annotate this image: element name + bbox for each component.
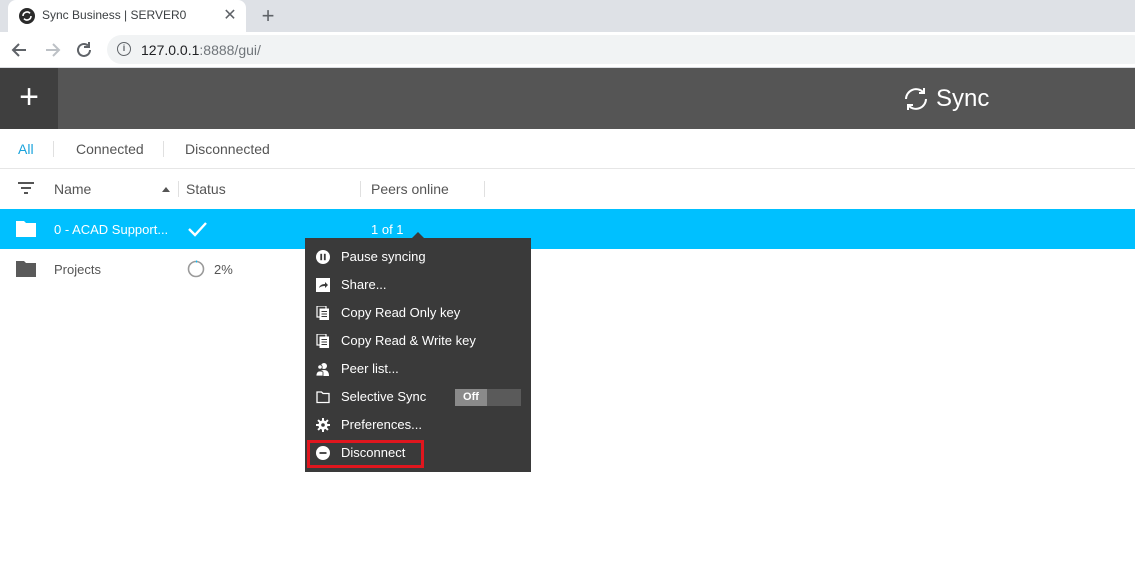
menu-item-label: Selective Sync	[341, 389, 427, 404]
menu-item-label: Peer list...	[341, 361, 399, 376]
menu-item-pause-syncing[interactable]: Pause syncing	[305, 243, 531, 271]
url-text: 127.0.0.1:8888/gui/	[141, 42, 261, 58]
sync-favicon-icon	[19, 8, 35, 24]
folder-icon	[16, 261, 36, 277]
tab-close-icon[interactable]: ✕	[221, 7, 239, 25]
menu-item-label: Pause syncing	[341, 249, 426, 264]
tab-all[interactable]: All	[18, 141, 34, 157]
tab-disconnected[interactable]: Disconnected	[185, 141, 270, 157]
menu-item-label: Share...	[341, 277, 387, 292]
folder-name: Projects	[54, 262, 101, 277]
menu-item-disconnect[interactable]: Disconnect	[305, 439, 531, 468]
sync-logo-icon	[905, 88, 927, 110]
folder-name: 0 - ACAD Support...	[54, 222, 169, 237]
toggle-state: Off	[455, 389, 487, 406]
menu-item-copy-read-only-key[interactable]: Copy Read Only key	[305, 299, 531, 327]
menu-item-label: Copy Read Only key	[341, 305, 461, 320]
address-bar[interactable]: i 127.0.0.1:8888/gui/	[107, 35, 1135, 64]
disconnect-icon	[316, 446, 330, 460]
menu-item-share[interactable]: Share...	[305, 271, 531, 299]
divider	[484, 181, 485, 197]
menu-item-label: Copy Read & Write key	[341, 333, 476, 348]
copy-icon	[316, 334, 329, 348]
column-status[interactable]: Status	[186, 181, 226, 197]
menu-item-label: Disconnect	[341, 445, 406, 460]
filter-list-icon[interactable]	[18, 181, 34, 195]
selective-sync-toggle[interactable]: Off	[455, 389, 521, 406]
app-header: + Sync	[0, 68, 1135, 129]
table-row[interactable]: 0 - ACAD Support... 1 of 1	[0, 209, 1135, 249]
sort-ascending-icon	[162, 187, 170, 192]
brand-name: Sync	[936, 85, 990, 112]
browser-tab-strip: Sync Business | SERVER0 ✕ +	[0, 0, 1135, 32]
browser-tab[interactable]: Sync Business | SERVER0 ✕	[8, 0, 246, 32]
divider	[163, 141, 164, 157]
menu-item-label: Preferences...	[341, 417, 422, 432]
tab-connected[interactable]: Connected	[76, 141, 144, 157]
peers-online: 1 of 1	[371, 222, 404, 237]
column-peers[interactable]: Peers online	[371, 181, 449, 197]
divider	[360, 181, 361, 197]
share-icon	[316, 278, 330, 292]
add-folder-button[interactable]: +	[0, 68, 58, 129]
gear-icon	[316, 418, 330, 432]
folder-icon	[16, 221, 36, 237]
sync-progress-text: 2%	[214, 262, 233, 277]
tab-title: Sync Business | SERVER0	[42, 8, 187, 22]
info-icon[interactable]: i	[117, 42, 131, 56]
column-headers: Name Status Peers online	[0, 169, 1135, 209]
menu-item-copy-read-write-key[interactable]: Copy Read & Write key	[305, 327, 531, 355]
menu-item-selective-sync[interactable]: Selective Sync Off	[305, 383, 531, 411]
menu-item-peer-list[interactable]: Peer list...	[305, 355, 531, 383]
pause-icon	[316, 250, 330, 264]
sync-progress-icon	[187, 260, 205, 278]
divider	[53, 141, 54, 157]
checkmark-icon	[188, 222, 207, 237]
divider	[178, 181, 179, 197]
folder-outline-icon	[316, 391, 330, 404]
copy-icon	[316, 306, 329, 320]
column-name[interactable]: Name	[54, 181, 91, 197]
reload-icon[interactable]	[73, 39, 95, 61]
browser-toolbar: i 127.0.0.1:8888/gui/	[0, 32, 1135, 68]
context-menu: Pause syncing Share... Copy Read Only ke…	[305, 238, 531, 472]
menu-item-preferences[interactable]: Preferences...	[305, 411, 531, 439]
new-tab-button[interactable]: +	[258, 5, 278, 27]
forward-icon[interactable]	[41, 39, 63, 61]
filter-tabs: All Connected Disconnected	[0, 129, 1135, 169]
table-row[interactable]: Projects 2%	[0, 249, 1135, 289]
peers-icon	[316, 363, 329, 376]
back-icon[interactable]	[9, 39, 31, 61]
